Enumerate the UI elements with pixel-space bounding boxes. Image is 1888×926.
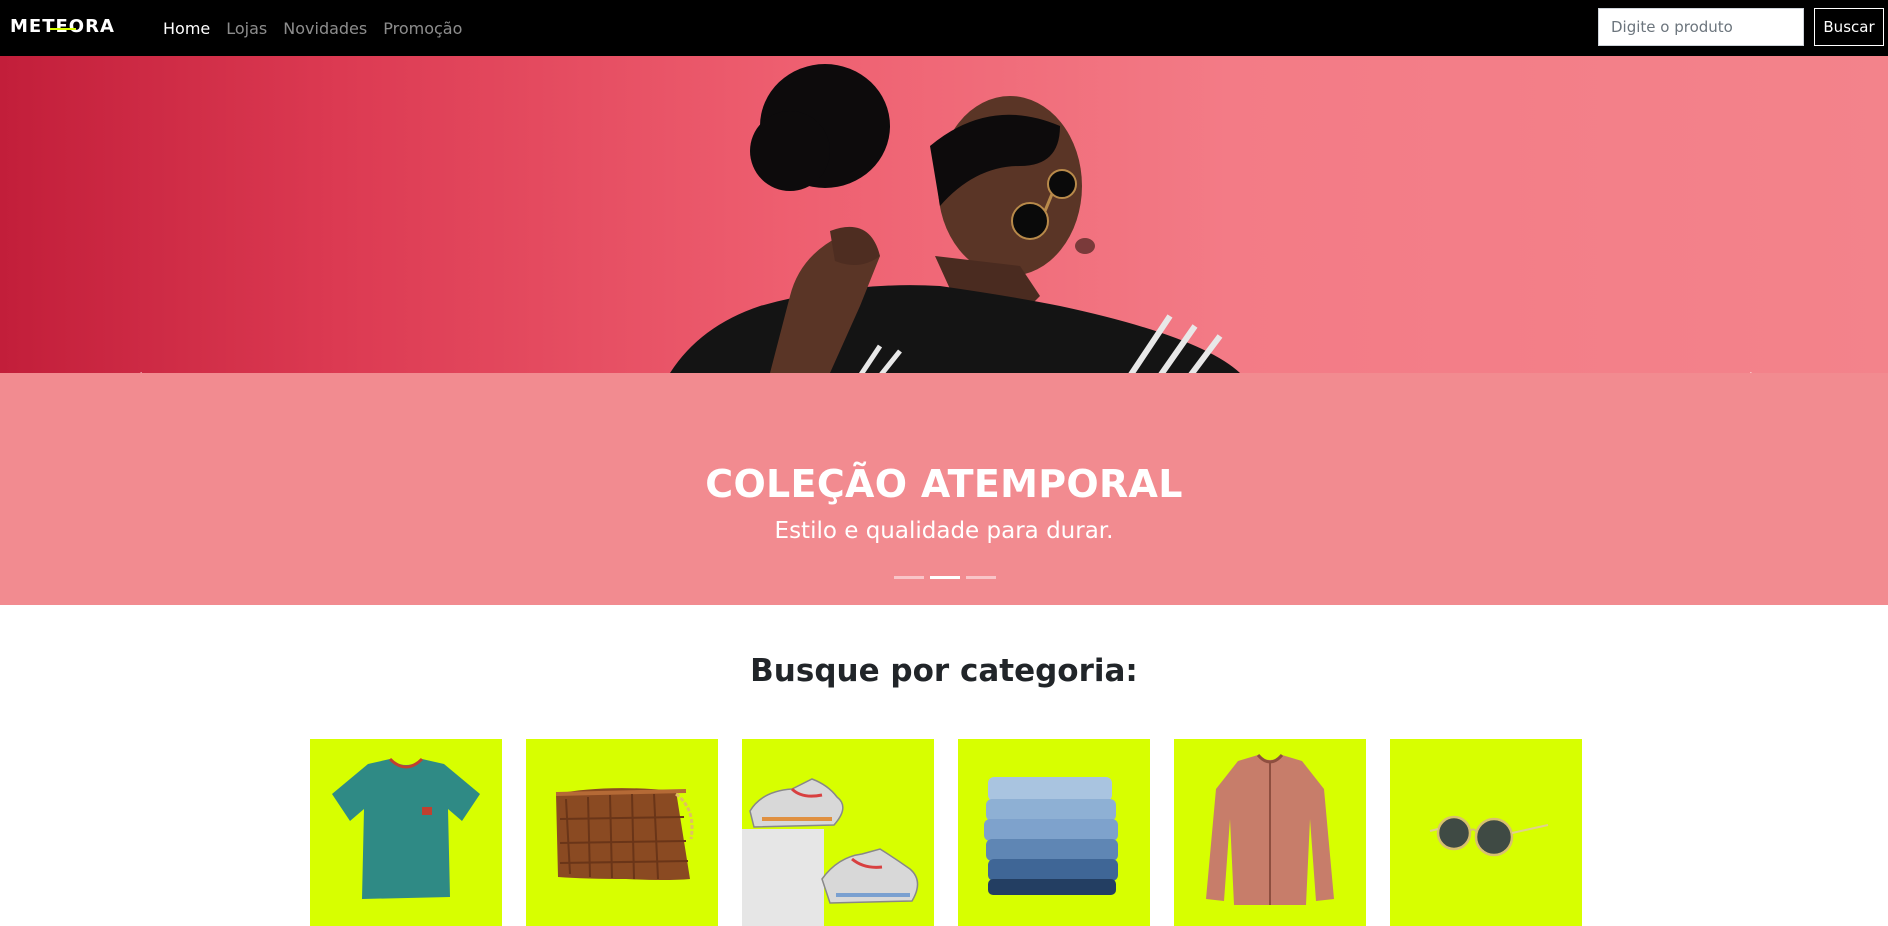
category-grid [310, 739, 1582, 926]
carousel-prev-button[interactable] [122, 361, 152, 373]
hero-model-photo [670, 64, 1240, 373]
nav-link-home[interactable]: Home [163, 19, 210, 38]
chevron-right-icon [1750, 372, 1752, 373]
sneakers-icon [742, 778, 919, 926]
top-navbar: METEORA Home Lojas Novidades Promoção Bu… [0, 0, 1888, 56]
hero-carousel [0, 56, 1888, 373]
brand-logo[interactable]: METEORA [10, 16, 135, 38]
carousel-indicators [894, 576, 996, 579]
main-nav: Home Lojas Novidades Promoção [163, 0, 462, 56]
chevron-left-icon [140, 372, 142, 373]
carousel-next-button[interactable] [1740, 361, 1770, 373]
nav-link-lojas[interactable]: Lojas [226, 19, 267, 38]
nav-link-novidades[interactable]: Novidades [283, 19, 367, 38]
carousel-indicator-1[interactable] [894, 576, 924, 579]
tshirt-icon [332, 757, 480, 899]
jacket-icon [1206, 753, 1334, 905]
carousel-indicator-3[interactable] [966, 576, 996, 579]
categories-heading: Busque por categoria: [750, 653, 1138, 689]
hero-subtitle: Estilo e qualidade para durar. [774, 518, 1114, 544]
bag-icon [555, 788, 694, 880]
category-card-tshirts[interactable] [310, 739, 502, 926]
category-card-bags[interactable] [526, 739, 718, 926]
search-button[interactable]: Buscar [1814, 8, 1884, 46]
category-card-sunglasses[interactable] [1390, 739, 1582, 926]
jeans-icon [984, 777, 1118, 895]
logo-accent-mark [50, 28, 76, 30]
category-card-sneakers[interactable] [742, 739, 934, 926]
carousel-indicator-2[interactable] [930, 576, 960, 579]
nav-link-promocao[interactable]: Promoção [383, 19, 462, 38]
hero-caption: COLEÇÃO ATEMPORAL Estilo e qualidade par… [0, 373, 1888, 605]
brand-logo-text: METEORA [10, 16, 115, 37]
sunglasses-icon [1429, 815, 1549, 857]
search-input[interactable] [1598, 8, 1804, 46]
hero-title: COLEÇÃO ATEMPORAL [705, 462, 1183, 506]
category-card-jackets[interactable] [1174, 739, 1366, 926]
category-card-jeans[interactable] [958, 739, 1150, 926]
